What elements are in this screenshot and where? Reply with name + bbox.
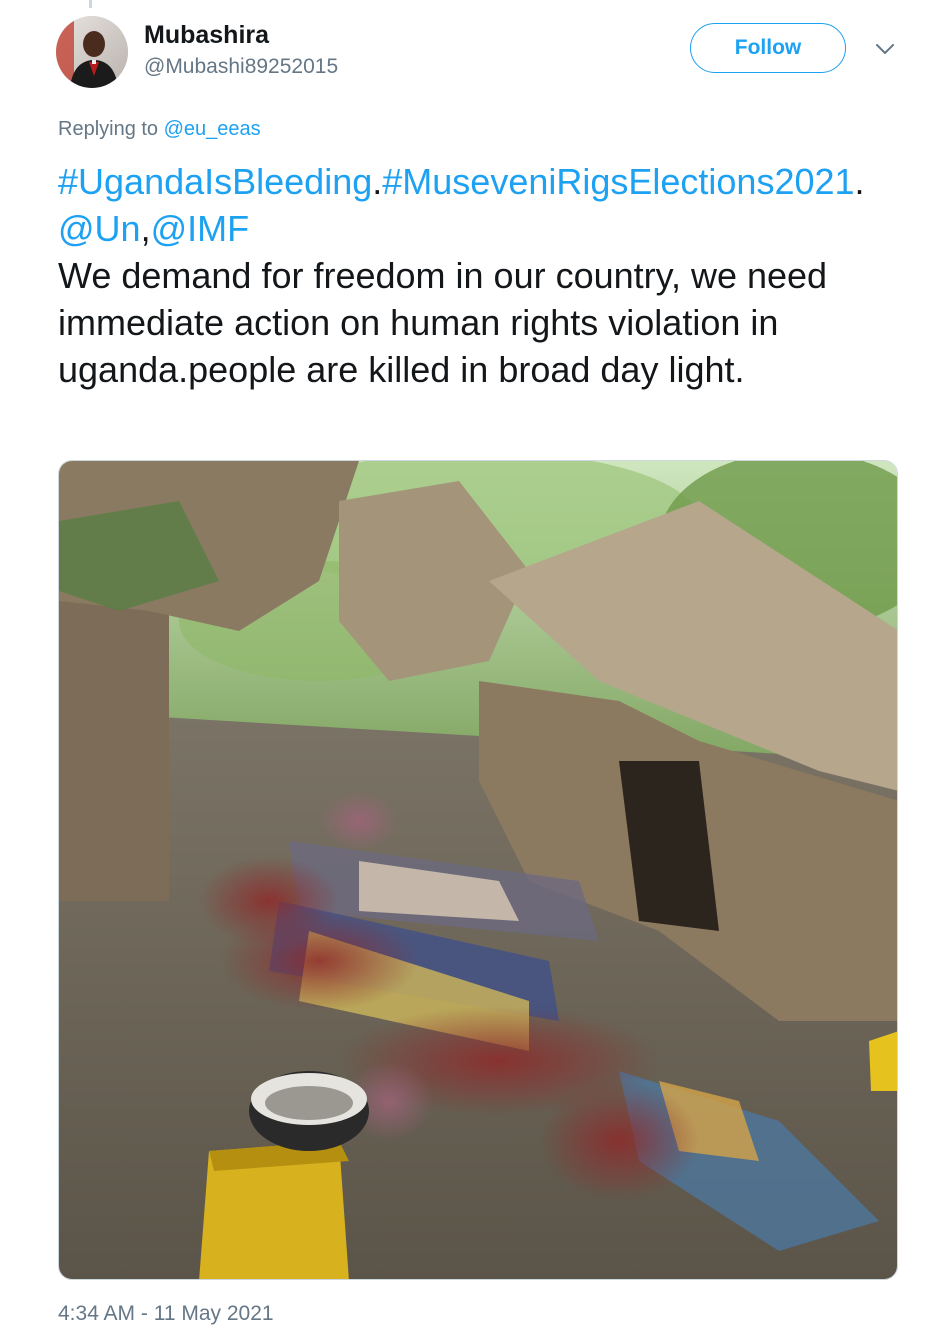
separator: . xyxy=(854,161,865,202)
mention-link[interactable]: @Un xyxy=(58,208,141,249)
tweet-timestamp[interactable]: 4:34 AM - 11 May 2021 xyxy=(58,1300,274,1328)
reply-mention-link[interactable]: @eu_eeas xyxy=(164,118,261,140)
tweet-text: #UgandaIsBleeding.#MuseveniRigsElections… xyxy=(58,158,898,393)
hashtag-link[interactable]: #MuseveniRigsElections2021 xyxy=(382,161,854,202)
chevron-down-icon[interactable] xyxy=(874,38,896,60)
user-avatar-icon xyxy=(56,16,128,88)
tweet-body-text: We demand for freedom in our country, we… xyxy=(58,255,828,390)
user-block: Mubashira @Mubashi89252015 xyxy=(144,20,338,82)
replying-to-label: Replying to xyxy=(58,118,164,140)
separator: . xyxy=(372,161,383,202)
user-handle[interactable]: @Mubashi89252015 xyxy=(144,52,338,82)
mention-link[interactable]: @IMF xyxy=(151,208,250,249)
follow-button[interactable]: Follow xyxy=(690,23,846,73)
display-name[interactable]: Mubashira xyxy=(144,20,338,50)
separator: , xyxy=(140,208,151,249)
tweet-photo[interactable] xyxy=(58,460,898,1280)
tweet-header: Mubashira @Mubashi89252015 Follow xyxy=(56,16,898,92)
thread-connector-line xyxy=(89,0,92,8)
avatar[interactable] xyxy=(56,16,128,88)
hashtag-link[interactable]: #UgandaIsBleeding xyxy=(58,161,372,202)
replying-to-line: Replying to @eu_eeas xyxy=(58,116,261,142)
photo-image xyxy=(59,461,897,1279)
